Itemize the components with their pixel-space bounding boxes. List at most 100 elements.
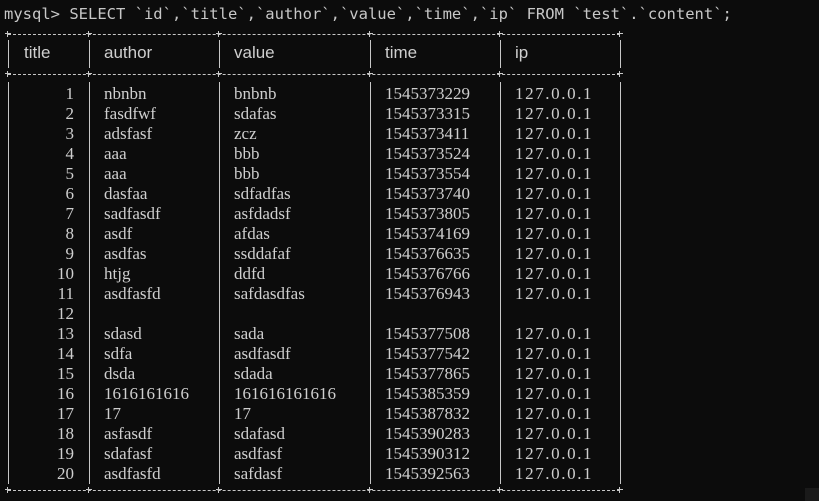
cell-ip: 127.0.0.1	[515, 244, 594, 263]
cell-time: 1545373411	[385, 124, 470, 143]
cell-value: asdfasf	[234, 444, 283, 463]
cell-time: 1545377508	[385, 324, 470, 343]
cell-ip: 127.0.0.1	[515, 384, 594, 403]
cell-author: dsda	[104, 364, 136, 383]
cell-ip: 127.0.0.1	[515, 204, 594, 223]
cell-author: asdfasfd	[104, 284, 161, 303]
border-junction	[367, 71, 373, 77]
cell-author: 17	[104, 404, 121, 423]
cell-author: aaa	[104, 144, 127, 163]
cell-id: 9	[65, 244, 75, 263]
border-junction	[86, 71, 92, 77]
cell-id: 4	[65, 144, 75, 163]
cell-time: 1545374169	[385, 224, 470, 243]
cell-value: afdas	[234, 224, 270, 243]
cell-ip: 127.0.0.1	[515, 224, 594, 243]
cell-id: 5	[65, 164, 75, 183]
cell-time: 1545392563	[385, 464, 470, 483]
cell-time: 1545390312	[385, 444, 470, 463]
cell-value: asfdadsf	[234, 204, 291, 223]
border-junction	[86, 31, 92, 37]
cell-value: ssddafaf	[234, 244, 291, 263]
command-line: mysql> SELECT `id`,`title`,`author`,`val…	[4, 5, 732, 23]
cell-id: 1	[65, 84, 75, 103]
border-junction	[497, 487, 503, 493]
column-header-value: value	[234, 43, 275, 62]
border-junction	[617, 31, 623, 37]
cell-value: asdfasdf	[234, 344, 291, 363]
cell-ip: 127.0.0.1	[515, 444, 594, 463]
border-junction	[5, 487, 11, 493]
cell-ip: 127.0.0.1	[515, 84, 594, 103]
cell-id: 16	[57, 384, 74, 403]
cell-value: sdafas	[234, 104, 277, 123]
cell-id: 12	[57, 304, 74, 323]
cell-id: 17	[57, 404, 74, 423]
cell-time: 1545390283	[385, 424, 470, 443]
table-border-bottom	[8, 490, 620, 491]
cell-time: 1545373229	[385, 84, 470, 103]
cell-time: 1545376766	[385, 264, 470, 283]
cell-value: 17	[234, 404, 251, 423]
cell-ip: 127.0.0.1	[515, 264, 594, 283]
cell-time: 1545373554	[385, 164, 470, 183]
cell-author: 1616161616	[104, 384, 189, 403]
cell-ip: 127.0.0.1	[515, 104, 594, 123]
cell-time: 1545373315	[385, 104, 470, 123]
cell-author: htjg	[104, 264, 131, 283]
cell-id: 7	[65, 204, 75, 223]
column-divider	[89, 82, 90, 484]
cell-time: 1545376943	[385, 284, 470, 303]
column-divider	[370, 82, 371, 484]
cell-ip: 127.0.0.1	[515, 464, 594, 483]
column-divider	[219, 82, 220, 484]
cell-id: 8	[65, 224, 75, 243]
cell-time: 1545373805	[385, 204, 470, 223]
cell-time: 1545376635	[385, 244, 470, 263]
column-header-title: title	[24, 43, 51, 62]
cell-author: asfasdf	[104, 424, 153, 443]
border-junction	[5, 31, 11, 37]
cell-id: 11	[57, 284, 74, 303]
cell-ip: 127.0.0.1	[515, 364, 594, 383]
cell-author: nbnbn	[104, 84, 147, 103]
cell-value: sdafasd	[234, 424, 285, 443]
table-border-top	[8, 34, 620, 35]
cell-ip: 127.0.0.1	[515, 324, 594, 343]
border-junction	[497, 71, 503, 77]
column-header-author: author	[104, 43, 153, 62]
cell-ip: 127.0.0.1	[515, 124, 594, 143]
scrollbar-corner[interactable]	[805, 488, 819, 501]
cell-time: 1545373740	[385, 184, 470, 203]
cell-time: 1545377542	[385, 344, 470, 363]
border-junction	[5, 71, 11, 77]
cell-value: sdfadfas	[234, 184, 291, 203]
cell-author: sadfasdf	[104, 204, 161, 223]
cell-ip: 127.0.0.1	[515, 424, 594, 443]
cell-time: 1545377865	[385, 364, 470, 383]
cell-author: asdf	[104, 224, 133, 243]
cell-author: sdafasf	[104, 444, 153, 463]
cell-author: aaa	[104, 164, 127, 183]
cell-value: bnbnb	[234, 84, 277, 103]
border-junction	[367, 31, 373, 37]
cell-time: 1545373524	[385, 144, 470, 163]
column-divider	[370, 40, 371, 68]
cell-value: safdasf	[234, 464, 283, 483]
cell-id: 19	[57, 444, 74, 463]
column-divider	[500, 40, 501, 68]
cell-author: asdfasfd	[104, 464, 161, 483]
column-divider	[89, 40, 90, 68]
cell-ip: 127.0.0.1	[515, 344, 594, 363]
cell-id: 18	[57, 424, 74, 443]
border-junction	[367, 487, 373, 493]
cell-id: 2	[65, 104, 75, 123]
cell-ip: 127.0.0.1	[515, 284, 594, 303]
cell-ip: 127.0.0.1	[515, 144, 594, 163]
cell-author: sdfa	[104, 344, 133, 363]
cell-author: asdfas	[104, 244, 147, 263]
border-junction	[216, 31, 222, 37]
terminal-window[interactable]: mysql> SELECT `id`,`title`,`author`,`val…	[0, 0, 819, 501]
border-junction	[617, 71, 623, 77]
column-divider	[620, 82, 621, 484]
